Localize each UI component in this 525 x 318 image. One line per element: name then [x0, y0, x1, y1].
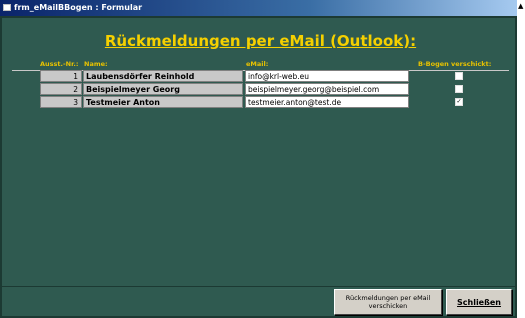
- table-row: 3 Testmeier Anton testmeier.anton@test.d…: [2, 96, 519, 109]
- close-button[interactable]: Schließen: [446, 289, 512, 315]
- name-field[interactable]: Testmeier Anton: [83, 96, 243, 108]
- name-field[interactable]: Beispielmeyer Georg: [83, 83, 243, 95]
- form-icon: [3, 4, 11, 11]
- email-field[interactable]: testmeier.anton@test.de: [245, 96, 409, 108]
- form-body: Rückmeldungen per eMail (Outlook): Ausst…: [0, 16, 517, 318]
- sent-checkbox[interactable]: [455, 72, 463, 80]
- column-header-sent: B-Bogen verschickt:: [418, 60, 492, 68]
- column-header-number: Ausst.-Nr.:: [40, 60, 79, 68]
- email-field[interactable]: beispielmeyer.georg@beispiel.com: [245, 83, 409, 95]
- scroll-up-icon[interactable]: ▲: [518, 2, 523, 10]
- row-number: 2: [40, 83, 82, 95]
- column-header-name: Name:: [84, 60, 108, 68]
- row-number: 1: [40, 70, 82, 82]
- table-row: 2 Beispielmeyer Georg beispielmeyer.geor…: [2, 83, 519, 96]
- email-field[interactable]: info@krl-web.eu: [245, 70, 409, 82]
- title-bar[interactable]: frm_eMailBBogen : Formular: [0, 0, 517, 16]
- form-heading: Rückmeldungen per eMail (Outlook):: [104, 32, 417, 50]
- column-header-email: eMail:: [246, 60, 269, 68]
- window-title: frm_eMailBBogen : Formular: [14, 3, 143, 12]
- footer-divider: [2, 286, 515, 287]
- name-field[interactable]: Laubensdörfer Reinhold: [83, 70, 243, 82]
- sent-checkbox[interactable]: [455, 85, 463, 93]
- send-emails-button[interactable]: Rückmeldungen per eMail verschicken: [334, 289, 442, 315]
- sent-checkbox[interactable]: ✓: [455, 98, 463, 106]
- row-number: 3: [40, 96, 82, 108]
- table-row: 1 Laubensdörfer Reinhold info@krl-web.eu: [2, 70, 519, 83]
